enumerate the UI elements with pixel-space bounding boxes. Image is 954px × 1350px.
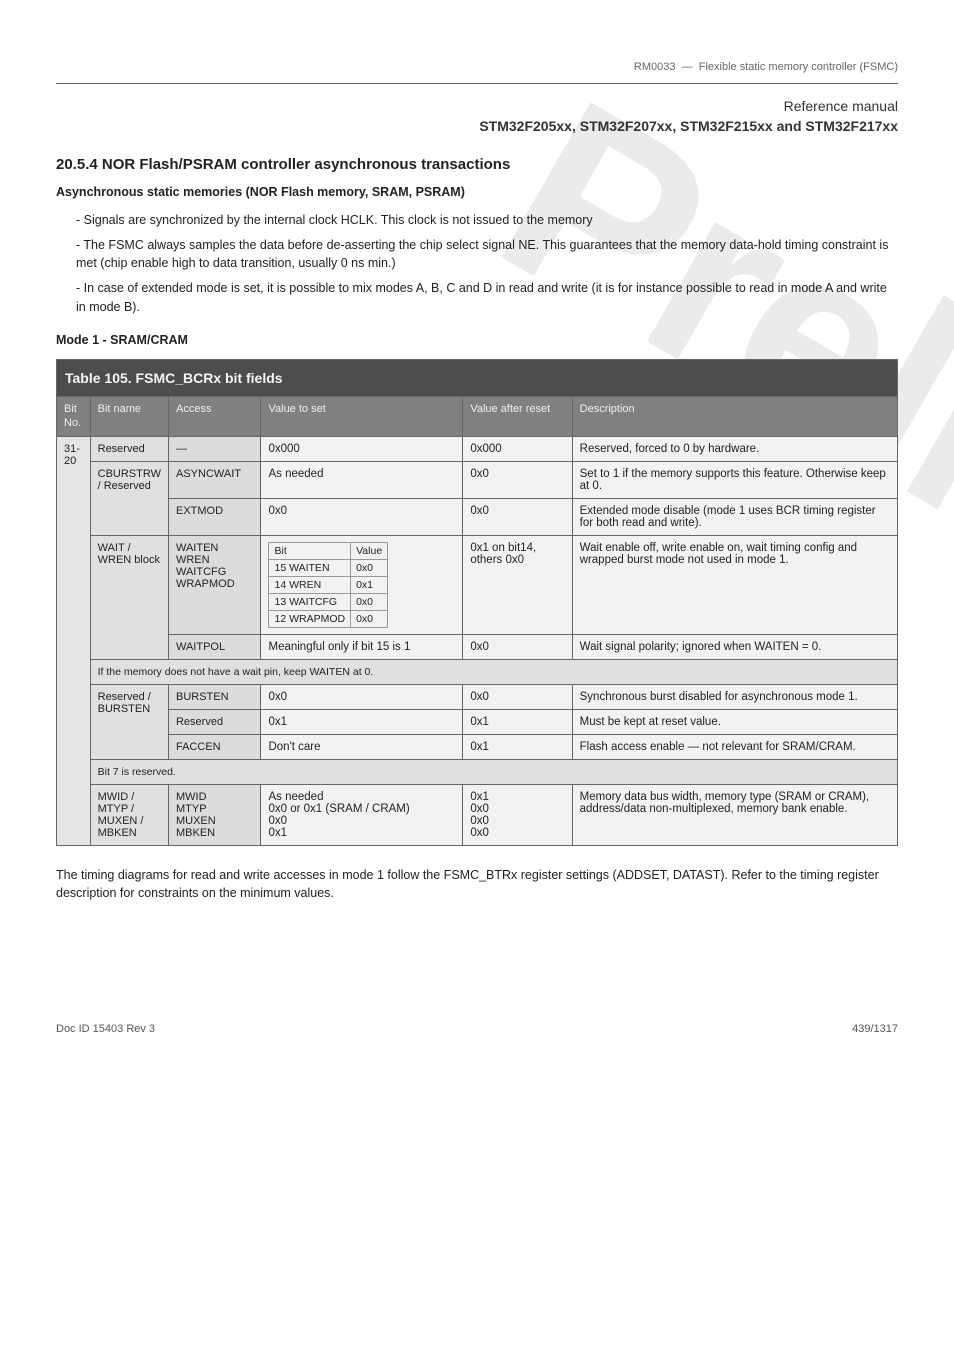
cell-value: 0x0 [261,499,463,536]
cell-feat: WAITPOL [168,635,261,660]
cell-feat: WAITEN WREN WAITCFG WRAPMOD [168,536,261,635]
note-row: If the memory does not have a wait pin, … [57,660,898,685]
mode-heading: Mode 1 - SRAM/CRAM [56,331,898,349]
col-reset: Value after reset [463,396,572,437]
group1-sub: CBURSTRW / Reserved [90,462,168,536]
cell-value: Don't care [261,735,463,760]
mini-h1: Value [351,543,388,560]
cell-reset: 0x0 [463,685,572,710]
intro-bullets: Signals are synchronized by the internal… [76,211,898,317]
doc-section: Flexible static memory controller (FSMC) [699,61,898,73]
section-number: 20.5.4 NOR Flash/PSRAM controller asynch… [56,156,898,173]
cell-desc: Flash access enable — not relevant for S… [572,735,897,760]
note-cell: Bit 7 is reserved. [90,760,897,785]
cell-reset: 0x1 0x0 0x0 0x0 [463,785,572,846]
group3-sub: Reserved / BURSTEN [90,685,168,760]
mini-table: Bit Value 15 WAITEN0x0 14 WREN0x1 13 WAI… [268,542,388,628]
table-row: Reserved 0x1 0x1 Must be kept at reset v… [57,710,898,735]
col-name: Bit name [90,396,168,437]
cell-value: 0x0 [261,685,463,710]
table-title: Table 105. FSMC_BCRx bit fields [57,359,898,396]
col-value: Value to set [261,396,463,437]
cell-reset: 0x000 [463,437,572,462]
mini-cell: 13 WAITCFG [269,594,351,611]
table-row: 31-20 Reserved — 0x000 0x000 Reserved, f… [57,437,898,462]
table-row: WAIT / WREN block WAITEN WREN WAITCFG WR… [57,536,898,635]
mini-row: 15 WAITEN0x0 [269,560,388,577]
cell-feat: EXTMOD [168,499,261,536]
cell-reset: 0x0 [463,635,572,660]
intro-heading: Asynchronous static memories (NOR Flash … [56,183,898,201]
mini-h0: Bit [269,543,351,560]
cell-reset: 0x0 [463,499,572,536]
intro-bullet: The FSMC always samples the data before … [76,236,898,274]
cell-desc: Synchronous burst disabled for asynchron… [572,685,897,710]
cell-value: As needed 0x0 or 0x1 (SRAM / CRAM) 0x0 0… [261,785,463,846]
table-row: FACCEN Don't care 0x1 Flash access enabl… [57,735,898,760]
group0-sub: Reserved [90,437,168,462]
cell-feat: BURSTEN [168,685,261,710]
cell-feat: Reserved [168,710,261,735]
doc-ref: RM0033 [634,61,676,73]
col-desc: Description [572,396,897,437]
after-paragraph: The timing diagrams for read and write a… [56,866,898,902]
cell-reset: 0x1 [463,710,572,735]
product-line: STM32F205xx, STM32F207xx, STM32F215xx an… [56,118,898,134]
footer-right: 439/1317 [852,1023,898,1035]
cell-desc: Reserved, forced to 0 by hardware. [572,437,897,462]
header-separator [56,83,898,84]
cell-reset: 0x1 on bit14, others 0x0 [463,536,572,635]
mini-header-row: Bit Value [269,543,388,560]
doc-header: RM0033 — Flexible static memory controll… [56,60,898,75]
table-title-row: Table 105. FSMC_BCRx bit fields [57,359,898,396]
group0-bits: 31-20 [57,437,91,846]
bitfields-table: Table 105. FSMC_BCRx bit fields Bit No. … [56,359,898,847]
cell-reset: 0x0 [463,462,572,499]
footer-left: Doc ID 15403 Rev 3 [56,1023,155,1035]
cell-desc: Wait enable off, write enable on, wait t… [572,536,897,635]
cell-desc: Extended mode disable (mode 1 uses BCR t… [572,499,897,536]
mini-row: 12 WRAPMOD0x0 [269,611,388,628]
table-row: CBURSTRW / Reserved ASYNCWAIT As needed … [57,462,898,499]
cell-desc: Memory data bus width, memory type (SRAM… [572,785,897,846]
mini-cell: 15 WAITEN [269,560,351,577]
mini-cell: 0x0 [351,560,388,577]
col-bitno: Bit No. [57,396,91,437]
group2-sub: WAIT / WREN block [90,536,168,660]
cell-feat: ASYNCWAIT [168,462,261,499]
group4-sub: MWID / MTYP / MUXEN / MBKEN [90,785,168,846]
mini-cell: 0x0 [351,594,388,611]
cell-value-table: Bit Value 15 WAITEN0x0 14 WREN0x1 13 WAI… [261,536,463,635]
mini-row: 14 WREN0x1 [269,577,388,594]
cell-value: Meaningful only if bit 15 is 1 [261,635,463,660]
mini-cell: 14 WREN [269,577,351,594]
mini-cell: 0x0 [351,611,388,628]
mini-cell: 0x1 [351,577,388,594]
cell-feat: FACCEN [168,735,261,760]
cell-desc: Set to 1 if the memory supports this fea… [572,462,897,499]
table-row: Reserved / BURSTEN BURSTEN 0x0 0x0 Synch… [57,685,898,710]
cell-reset: 0x1 [463,735,572,760]
col-access: Access [168,396,261,437]
page-footer: Doc ID 15403 Rev 3 439/1317 [56,1023,898,1035]
cell-value: As needed [261,462,463,499]
cell-desc: Wait signal polarity; ignored when WAITE… [572,635,897,660]
table-row: MWID / MTYP / MUXEN / MBKEN MWID MTYP MU… [57,785,898,846]
table-row: WAITPOL Meaningful only if bit 15 is 1 0… [57,635,898,660]
page: RM0033 — Flexible static memory controll… [0,0,954,1075]
table-header-row: Bit No. Bit name Access Value to set Val… [57,396,898,437]
table-row: EXTMOD 0x0 0x0 Extended mode disable (mo… [57,499,898,536]
mini-cell: 12 WRAPMOD [269,611,351,628]
intro-bullet: Signals are synchronized by the internal… [76,211,898,230]
note-row: Bit 7 is reserved. [57,760,898,785]
cell-value: 0x000 [261,437,463,462]
reference-line: Reference manual [56,98,898,114]
intro-bullet: In case of extended mode is set, it is p… [76,279,898,317]
mini-row: 13 WAITCFG0x0 [269,594,388,611]
cell-feat: — [168,437,261,462]
cell-desc: Must be kept at reset value. [572,710,897,735]
cell-value: 0x1 [261,710,463,735]
cell-feat: MWID MTYP MUXEN MBKEN [168,785,261,846]
note-cell: If the memory does not have a wait pin, … [90,660,897,685]
